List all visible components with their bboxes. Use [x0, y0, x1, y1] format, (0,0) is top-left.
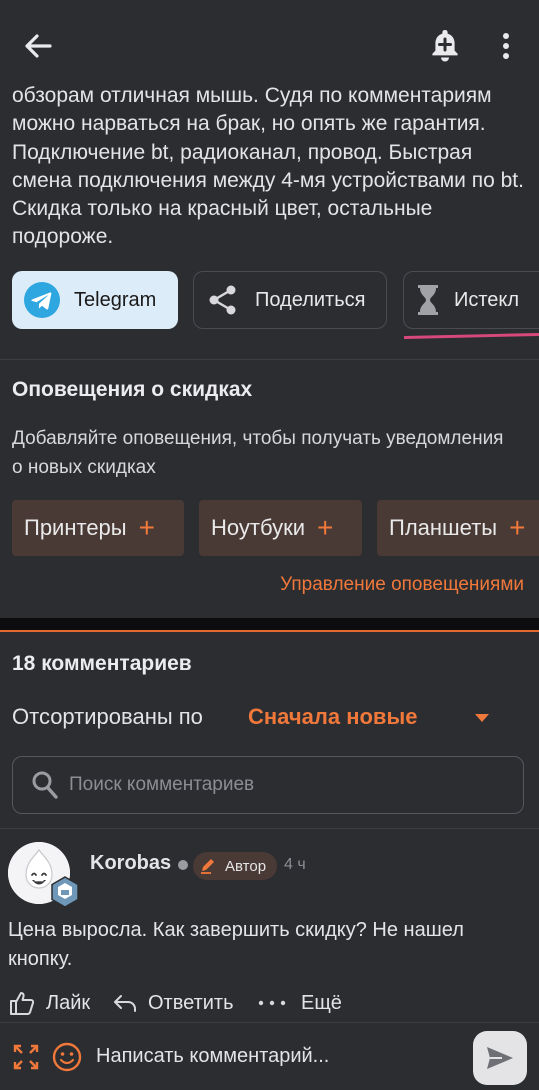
alert-tag-tablets[interactable]: Планшеты +	[377, 500, 539, 556]
hourglass-icon	[418, 285, 438, 315]
sort-label: Отсортированы по	[12, 704, 203, 729]
author-badge-label: Автор	[225, 857, 267, 875]
like-button[interactable]: Лайк	[8, 988, 90, 1018]
back-arrow-icon[interactable]	[20, 28, 56, 64]
comment-time: 4 ч	[284, 856, 306, 873]
comment-search[interactable]	[12, 756, 524, 814]
like-label: Лайк	[46, 991, 91, 1014]
reply-icon	[114, 995, 136, 1012]
alerts-description: Добавляйте оповещения, чтобы получать ув…	[12, 428, 504, 478]
more-vertical-icon[interactable]	[494, 28, 518, 64]
bell-add-icon[interactable]	[426, 26, 464, 64]
send-icon	[487, 1047, 513, 1069]
alert-tag-printers[interactable]: Принтеры +	[12, 500, 184, 556]
comments-count: 18 комментариев	[12, 652, 192, 675]
deal-description: обзорам отличная мышь. Судя по комментар…	[12, 82, 527, 252]
comments-section: 18 комментариев Отсортированы по Сначала…	[0, 632, 539, 1022]
author-badge: Автор	[193, 852, 277, 880]
rank-badge-icon	[51, 876, 79, 908]
comment-text: Цена выросла. Как завершить скидку? Не н…	[8, 919, 464, 970]
expand-icon[interactable]	[12, 1043, 40, 1071]
alert-tags-row: Принтеры + Ноутбуки + Планшеты +	[12, 500, 539, 556]
alert-tag-laptops[interactable]: Ноутбуки +	[199, 500, 362, 556]
alert-tag-label: Принтеры	[24, 515, 127, 540]
share-buttons-row: Telegram Поделиться Истекл	[12, 271, 539, 329]
telegram-button[interactable]: Telegram	[12, 271, 178, 329]
more-button[interactable]: Ещё	[257, 988, 342, 1018]
emoji-icon[interactable]	[52, 1042, 82, 1072]
scroll-highlight-line	[404, 333, 539, 339]
send-button[interactable]	[473, 1031, 527, 1085]
comment-author[interactable]: Korobas	[90, 852, 171, 875]
pen-icon	[201, 859, 214, 874]
manage-alerts-link[interactable]: Управление оповещениями	[280, 574, 524, 596]
telegram-label: Telegram	[74, 288, 157, 311]
section-gap	[0, 618, 539, 630]
more-dots-icon	[258, 1000, 286, 1006]
top-app-bar	[0, 0, 539, 88]
sort-selector[interactable]: Отсортированы по Сначала новые	[12, 704, 527, 734]
comment-actions: Лайк Ответить Ещё	[8, 988, 528, 1018]
plus-icon: +	[509, 512, 526, 543]
plus-icon: +	[316, 512, 334, 543]
comment-composer: Написать комментарий...	[0, 1022, 539, 1090]
caret-down-icon[interactable]	[474, 712, 490, 724]
search-input[interactable]	[69, 769, 509, 801]
share-button[interactable]: Поделиться	[193, 271, 387, 329]
plus-icon: +	[138, 512, 155, 543]
sort-value[interactable]: Сначала новые	[248, 704, 417, 730]
share-icon	[209, 285, 236, 315]
reply-button[interactable]: Ответить	[112, 988, 234, 1018]
status-dot	[178, 860, 188, 870]
alert-tag-label: Ноутбуки	[211, 515, 305, 540]
expired-button[interactable]: Истекл	[403, 271, 539, 329]
more-label: Ещё	[301, 991, 342, 1014]
comment-input[interactable]: Написать комментарий...	[96, 1045, 329, 1068]
deal-alerts-section: Оповещения о скидках Добавляйте оповещен…	[0, 360, 539, 618]
alert-tag-label: Планшеты	[389, 515, 498, 540]
telegram-icon	[24, 282, 60, 318]
search-icon	[32, 771, 58, 799]
alerts-title: Оповещения о скидках	[12, 378, 253, 401]
divider	[0, 828, 539, 829]
share-label: Поделиться	[255, 288, 366, 311]
reply-label: Ответить	[148, 991, 234, 1014]
thumbs-up-icon	[10, 992, 35, 1015]
expired-label: Истекл	[454, 288, 520, 311]
